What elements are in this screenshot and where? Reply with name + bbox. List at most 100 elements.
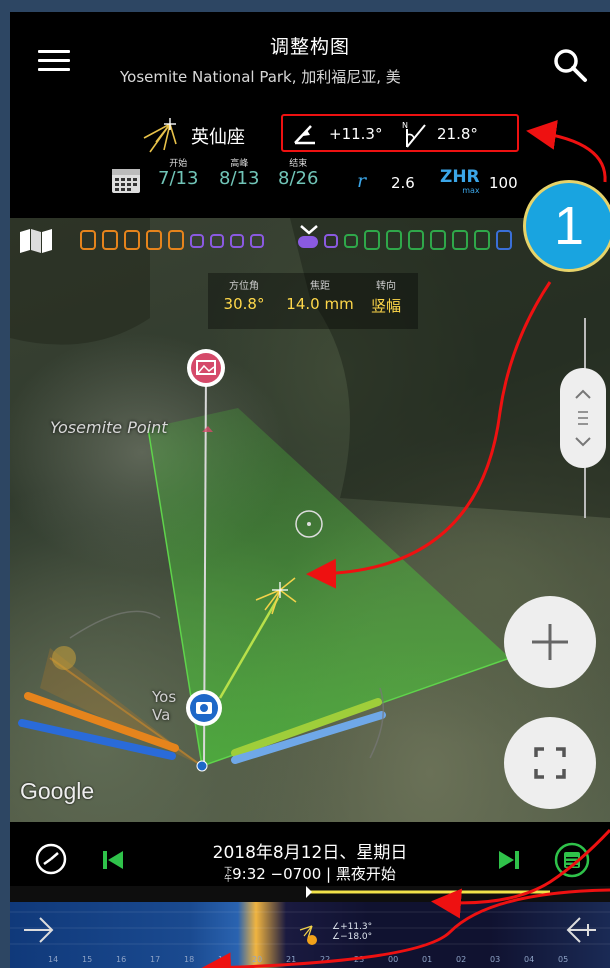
map-view[interactable]: 方位角 30.8° 焦距 14.0 mm 转向 竖幅 Yosemite Poin… <box>10 218 610 835</box>
phase-box <box>230 234 244 248</box>
peak-date: 高峰 8/13 <box>219 156 259 189</box>
param-azimuth: 方位角 30.8° <box>216 277 272 313</box>
phase-box <box>364 230 380 250</box>
end-date-label: 结束 <box>289 159 308 169</box>
hour-tick: 16 <box>116 955 127 964</box>
map-place-label-2: Yos Va <box>152 688 176 724</box>
timeline[interactable]: ∠+11.3° ∠−18.0° 14 15 16 17 18 19 20 21 22 23 00 01 0… <box>10 886 610 968</box>
fullscreen-icon <box>534 747 566 779</box>
map-type-icon[interactable] <box>18 228 54 254</box>
r-value: 2.6 <box>391 174 415 192</box>
hour-tick: 17 <box>150 955 161 964</box>
altitude-azimuth-highlight: +11.3° N 21.8° <box>281 114 519 152</box>
calendar-icon[interactable] <box>110 165 142 195</box>
param-orientation: 转向 竖幅 <box>360 277 412 316</box>
slider-handle-glyph <box>575 389 591 447</box>
start-date-value: 7/13 <box>158 168 199 189</box>
svg-text:N: N <box>402 121 408 130</box>
phase-box <box>102 230 118 250</box>
chevron-down-icon <box>300 225 318 235</box>
current-date[interactable]: 2018年8月12日、星期日 <box>10 838 610 863</box>
timeline-altitudes: ∠+11.3° ∠−18.0° <box>332 922 372 942</box>
hour-tick: 20 <box>252 955 263 964</box>
page-title: 调整构图 <box>269 36 350 58</box>
phase-box <box>452 230 468 250</box>
add-button[interactable] <box>504 596 596 688</box>
hour-tick: 02 <box>456 955 467 964</box>
param-focal-length: 焦距 14.0 mm <box>282 277 358 313</box>
step-badge: 1 <box>523 180 610 272</box>
timeline-alt-2: ∠−18.0° <box>332 932 373 942</box>
phase-box <box>324 234 338 248</box>
altitude-icon <box>294 125 315 145</box>
hour-tick: 21 <box>286 955 297 964</box>
time-value: 9:32 −0700 | 黑夜开始 <box>232 865 396 883</box>
altitude-value: +11.3° <box>329 125 383 143</box>
map-place-label-2-line2: Va <box>152 706 171 724</box>
end-date: 结束 8/26 <box>278 156 318 189</box>
hour-tick: 23 <box>354 955 365 964</box>
zhr-value: 100 <box>489 174 518 192</box>
hour-tick: 00 <box>388 955 399 964</box>
time-prefix: 下午 <box>224 865 233 883</box>
hour-tick: 22 <box>320 955 331 964</box>
param-label: 转向 <box>376 281 396 292</box>
next-event-icon[interactable] <box>498 850 520 870</box>
phase-box <box>430 230 446 250</box>
zhr-label-text: ZHR <box>440 167 480 187</box>
phase-box-selected <box>298 236 318 248</box>
param-value: 30.8° <box>223 295 265 313</box>
phase-box <box>250 234 264 248</box>
zhr-label: ZHR max <box>440 167 480 196</box>
phase-box <box>386 230 402 250</box>
timeline-alt-1: ∠+11.3° <box>332 922 373 932</box>
map-place-label: Yosemite Point <box>50 418 168 437</box>
start-date-label: 开始 <box>169 159 188 169</box>
shower-name: 英仙座 <box>191 127 245 148</box>
peak-date-value: 8/13 <box>219 168 260 189</box>
param-label: 方位角 <box>229 281 259 292</box>
slider-handle[interactable] <box>560 368 606 468</box>
plus-icon <box>532 624 568 660</box>
timeline-graph <box>10 886 610 945</box>
end-date-value: 8/26 <box>278 168 319 189</box>
composition-params: 方位角 30.8° 焦距 14.0 mm 转向 竖幅 <box>208 273 418 329</box>
start-date: 开始 7/13 <box>158 156 198 189</box>
peak-date-label: 高峰 <box>230 159 249 169</box>
param-label: 焦距 <box>310 281 330 292</box>
current-time[interactable]: 下午9:32 −0700 | 黑夜开始 <box>10 863 610 884</box>
azimuth-value: 21.8° <box>437 125 478 143</box>
map-place-label-2-line1: Yos <box>152 688 177 706</box>
hour-tick: 05 <box>558 955 569 964</box>
param-value: 竖幅 <box>370 297 401 315</box>
param-value: 14.0 mm <box>286 295 354 313</box>
phase-box <box>146 230 162 250</box>
meteor-shower-icon <box>143 118 177 153</box>
search-icon[interactable] <box>551 46 591 86</box>
hour-tick: 14 <box>48 955 59 964</box>
phase-box <box>474 230 490 250</box>
azimuth-icon: N <box>402 121 426 148</box>
phase-box <box>80 230 96 250</box>
google-logo: Google <box>20 778 95 804</box>
hour-tick: 01 <box>422 955 433 964</box>
hour-tick: 15 <box>82 955 93 964</box>
time-bar: 2018年8月12日、星期日 下午9:32 −0700 | 黑夜开始 <box>10 822 610 886</box>
phase-box <box>344 234 358 248</box>
phase-box <box>168 230 184 250</box>
r-label: r <box>357 170 367 192</box>
phase-box <box>190 234 204 248</box>
hour-tick: 03 <box>490 955 501 964</box>
phase-box <box>496 230 512 250</box>
fullscreen-button[interactable] <box>504 717 596 809</box>
hour-tick: 18 <box>184 955 195 964</box>
zhr-max-label: max <box>462 186 480 195</box>
hour-tick: 04 <box>524 955 535 964</box>
calendar-button-icon[interactable] <box>554 842 590 878</box>
hour-tick: 19 <box>218 955 229 964</box>
phase-box <box>124 230 140 250</box>
location-subtitle[interactable]: Yosemite National Park, 加利福尼亚, 美 <box>120 66 401 87</box>
phase-box <box>408 230 424 250</box>
app-screen: 调整构图 Yosemite National Park, 加利福尼亚, 美 英仙… <box>10 12 610 968</box>
phase-box <box>210 234 224 248</box>
